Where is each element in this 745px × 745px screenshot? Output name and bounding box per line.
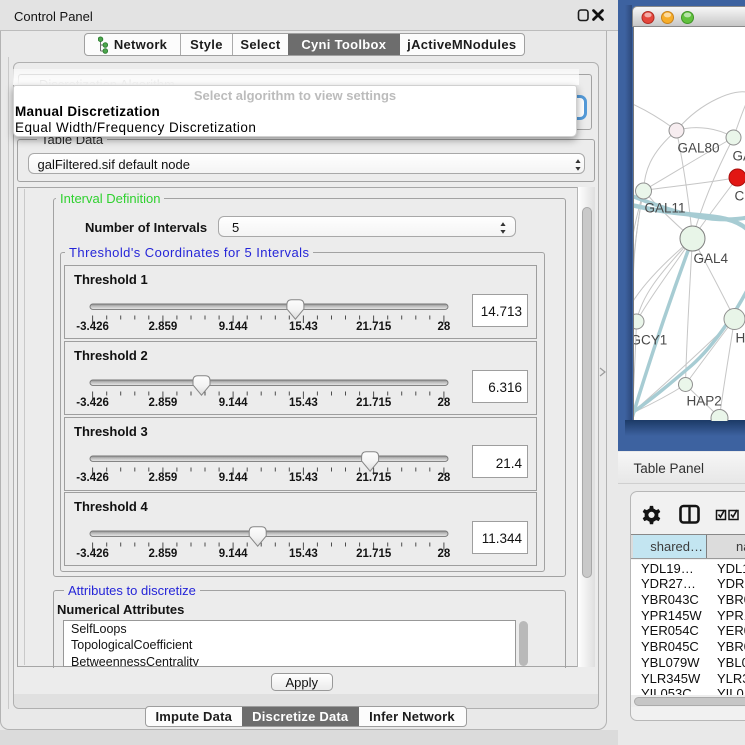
svg-text:GA: GA bbox=[732, 148, 745, 163]
svg-text:C: C bbox=[734, 188, 744, 203]
svg-text:GAL11: GAL11 bbox=[644, 200, 685, 215]
svg-text:GCY1: GCY1 bbox=[634, 332, 667, 347]
svg-text:H: H bbox=[735, 330, 745, 345]
svg-text:HAP2: HAP2 bbox=[686, 393, 721, 408]
svg-text:GAL80: GAL80 bbox=[677, 140, 719, 155]
svg-text:GAL4: GAL4 bbox=[693, 251, 728, 266]
